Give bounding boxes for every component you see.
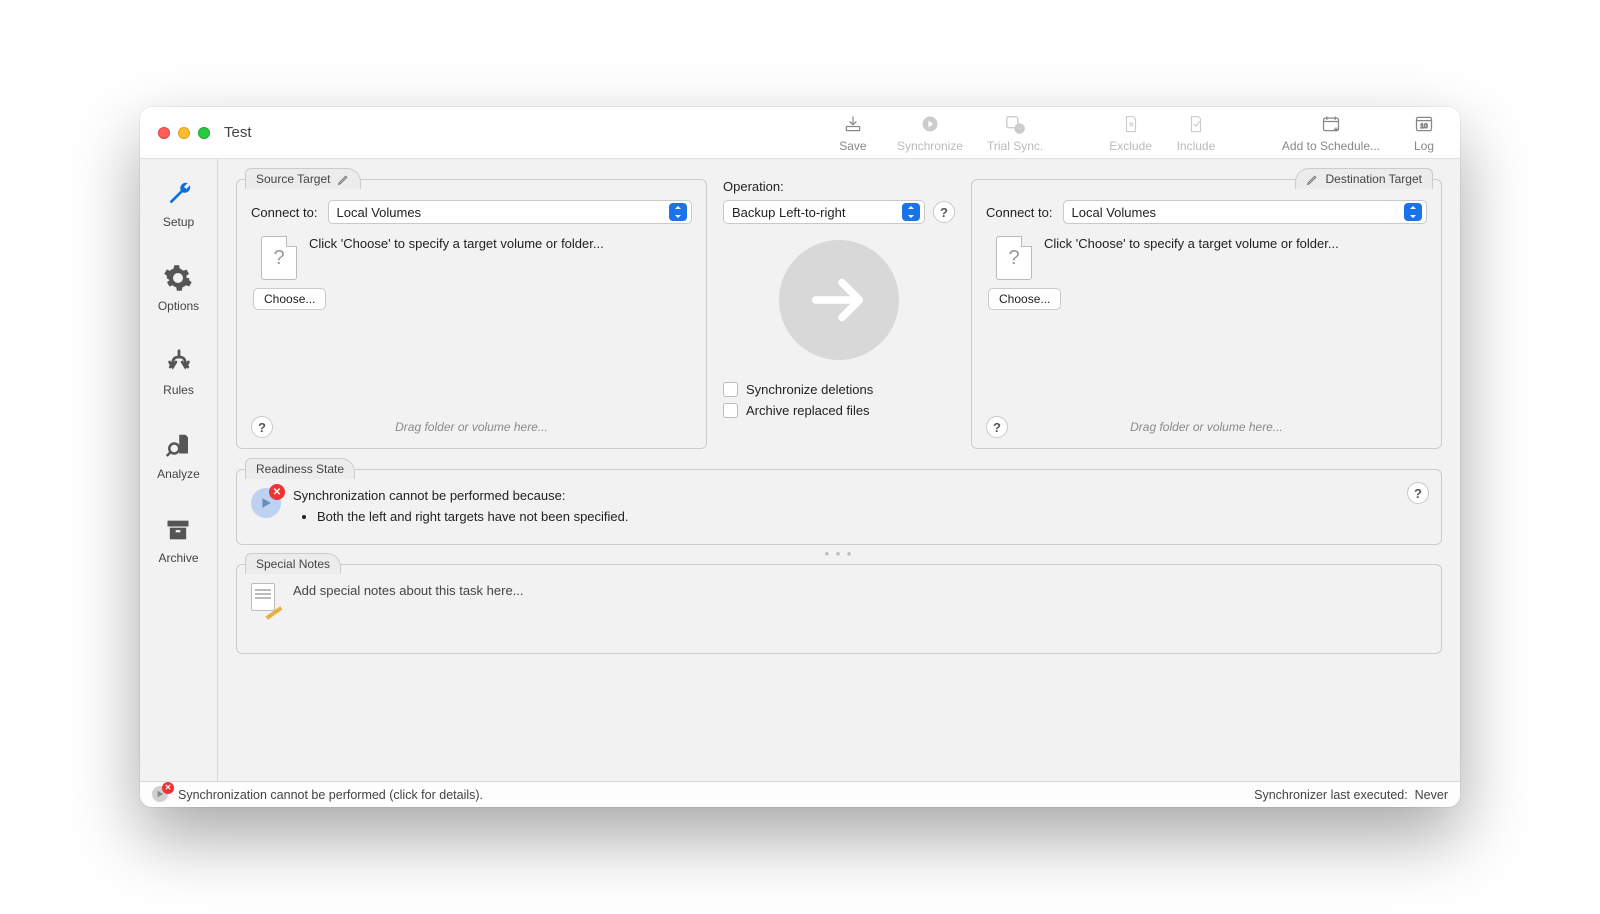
notes-textarea[interactable]: Add special notes about this task here..… — [293, 583, 1427, 598]
wrench-icon — [162, 177, 196, 211]
destination-drop-area[interactable]: ? Click 'Choose' to specify a target vol… — [986, 236, 1427, 280]
sidebar-item-analyze[interactable]: Analyze — [157, 429, 200, 481]
trial-icon — [1004, 113, 1026, 135]
source-connect-label: Connect to: — [251, 205, 318, 220]
source-panel-footer: ? Drag folder or volume here... — [251, 416, 692, 438]
destination-target-tab: Destination Target — [1295, 168, 1433, 189]
destination-hint: Click 'Choose' to specify a target volum… — [1044, 236, 1339, 251]
panel-resize-grabber[interactable]: ● ● ● — [236, 549, 1442, 558]
gear-icon — [161, 261, 195, 295]
status-last-executed: Synchronizer last executed: Never — [1254, 788, 1448, 802]
close-window-button[interactable] — [158, 127, 170, 139]
titlebar: Test Save Synchronize Trial Sync. — [140, 107, 1460, 159]
document-placeholder-icon: ? — [261, 236, 297, 280]
body: Setup Options Rules Analyze — [140, 159, 1460, 781]
special-notes-tab: Special Notes — [245, 553, 341, 574]
help-button[interactable]: ? — [1407, 482, 1429, 504]
destination-choose-button[interactable]: Choose... — [988, 288, 1061, 310]
source-connect-row: Connect to: Local Volumes — [251, 200, 692, 224]
svg-text:10: 10 — [1420, 123, 1428, 130]
sidebar-item-archive[interactable]: Archive — [158, 513, 198, 565]
source-hint: Click 'Choose' to specify a target volum… — [309, 236, 604, 251]
readiness-status-icon: ✕ — [251, 488, 281, 518]
source-drag-hint: Drag folder or volume here... — [273, 420, 670, 434]
save-button[interactable]: Save — [833, 113, 873, 153]
help-button[interactable]: ? — [986, 416, 1008, 438]
error-badge-icon: ✕ — [162, 782, 174, 794]
readiness-text: Synchronization cannot be performed beca… — [293, 488, 629, 524]
destination-connect-row: Connect to: Local Volumes — [986, 200, 1427, 224]
source-target-tab: Source Target — [245, 168, 361, 189]
minimize-window-button[interactable] — [178, 127, 190, 139]
log-icon: 10 — [1413, 113, 1435, 135]
chevron-updown-icon — [669, 203, 687, 221]
operation-select-row: Backup Left-to-right ? — [723, 200, 955, 224]
add-to-schedule-button[interactable]: Add to Schedule... — [1282, 113, 1380, 153]
special-notes-panel: Special Notes Add special notes about th… — [236, 564, 1442, 654]
notes-icon — [251, 583, 281, 613]
notes-content: Add special notes about this task here..… — [251, 583, 1427, 613]
status-icon: ✕ — [152, 786, 170, 804]
pencil-icon[interactable] — [1306, 173, 1319, 186]
sidebar-item-setup[interactable]: Setup — [162, 177, 196, 229]
source-choose-button[interactable]: Choose... — [253, 288, 326, 310]
save-icon — [842, 113, 864, 135]
toolbar: Save Synchronize Trial Sync. Exclude — [833, 113, 1444, 153]
error-badge-icon: ✕ — [269, 484, 285, 500]
sync-deletions-checkbox[interactable]: Synchronize deletions — [723, 382, 955, 397]
destination-panel-footer: ? Drag folder or volume here... — [986, 416, 1427, 438]
destination-drag-hint: Drag folder or volume here... — [1008, 420, 1405, 434]
sidebar-item-rules[interactable]: Rules — [162, 345, 196, 397]
source-drop-area[interactable]: ? Click 'Choose' to specify a target vol… — [251, 236, 692, 280]
operation-label: Operation: — [723, 179, 955, 194]
analyze-icon — [161, 429, 195, 463]
destination-connect-select[interactable]: Local Volumes — [1063, 200, 1428, 224]
help-button[interactable]: ? — [933, 201, 955, 223]
source-target-panel: Source Target Connect to: Local Volumes — [236, 179, 707, 449]
content-area: Source Target Connect to: Local Volumes — [218, 159, 1460, 781]
readiness-panel: Readiness State ✕ Synchronization cannot… — [236, 469, 1442, 545]
exclude-icon — [1120, 113, 1142, 135]
status-message[interactable]: Synchronization cannot be performed (cli… — [178, 788, 483, 802]
window-title: Test — [224, 124, 252, 141]
trial-sync-button: Trial Sync. — [987, 113, 1043, 153]
app-window: Test Save Synchronize Trial Sync. — [140, 107, 1460, 807]
destination-target-panel: Destination Target Connect to: Local Vol… — [971, 179, 1442, 449]
maximize-window-button[interactable] — [198, 127, 210, 139]
include-button: Include — [1176, 113, 1216, 153]
include-icon — [1185, 113, 1207, 135]
chevron-updown-icon — [902, 203, 920, 221]
help-button[interactable]: ? — [251, 416, 273, 438]
sidebar: Setup Options Rules Analyze — [140, 159, 218, 781]
source-connect-select[interactable]: Local Volumes — [328, 200, 693, 224]
archive-replaced-checkbox[interactable]: Archive replaced files — [723, 403, 955, 418]
operation-select[interactable]: Backup Left-to-right — [723, 200, 925, 224]
readiness-tab: Readiness State — [245, 458, 355, 479]
window-controls — [158, 127, 210, 139]
readiness-content: ✕ Synchronization cannot be performed be… — [251, 488, 1427, 524]
pencil-icon[interactable] — [337, 173, 350, 186]
checkbox-icon — [723, 403, 738, 418]
schedule-icon — [1320, 113, 1342, 135]
targets-row: Source Target Connect to: Local Volumes — [236, 179, 1442, 449]
exclude-button: Exclude — [1109, 113, 1152, 153]
archive-icon — [161, 513, 195, 547]
document-placeholder-icon: ? — [996, 236, 1032, 280]
status-bar: ✕ Synchronization cannot be performed (c… — [140, 781, 1460, 807]
sidebar-item-options[interactable]: Options — [158, 261, 199, 313]
log-button[interactable]: 10 Log — [1404, 113, 1444, 153]
direction-arrow-icon — [779, 240, 899, 360]
play-icon — [919, 113, 941, 135]
checkbox-icon — [723, 382, 738, 397]
synchronize-button: Synchronize — [897, 113, 963, 153]
rules-icon — [162, 345, 196, 379]
chevron-updown-icon — [1404, 203, 1422, 221]
destination-connect-label: Connect to: — [986, 205, 1053, 220]
operation-panel: Operation: Backup Left-to-right ? — [723, 179, 955, 449]
